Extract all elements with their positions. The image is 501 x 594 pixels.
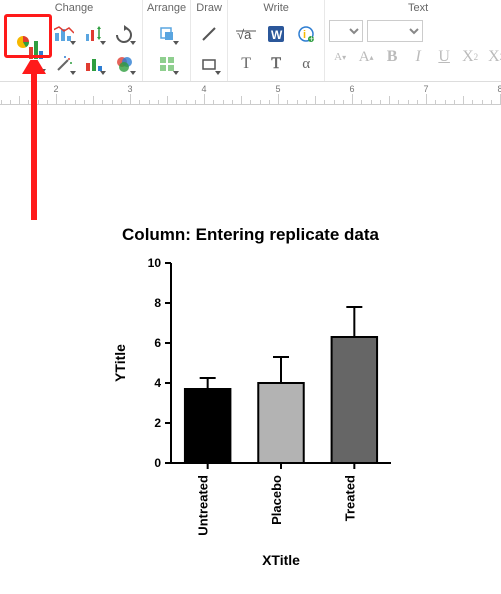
svg-text:W: W	[271, 28, 283, 42]
color-scheme-button[interactable]	[110, 50, 138, 78]
ribbon-toolbar: Change	[0, 0, 501, 82]
line-tool-button[interactable]	[195, 20, 223, 48]
shape-tool-button[interactable]	[195, 50, 223, 78]
y-axis-title: YTitle	[112, 344, 128, 382]
font-larger-button[interactable]: A▴	[355, 46, 377, 68]
bar	[331, 337, 376, 463]
group-draw: Draw	[191, 0, 228, 81]
insert-object-button[interactable]: i+	[292, 20, 320, 48]
bold-button[interactable]: B	[381, 46, 403, 68]
group-arrange-title: Arrange	[147, 0, 186, 20]
italic-button[interactable]: I	[407, 46, 429, 68]
subscript-button[interactable]: X2	[485, 46, 501, 68]
word-button[interactable]: W	[262, 20, 290, 48]
font-family-select[interactable]	[329, 20, 363, 42]
text-T-outline-button[interactable]: T	[262, 50, 290, 78]
chart-type-button[interactable]	[10, 20, 48, 76]
group-text: Text A▾ A▴ B I U X2 X2	[325, 0, 501, 81]
color-bars-button[interactable]	[80, 50, 108, 78]
chart-area: Column: Entering replicate data 0 2 4 6 8 10 U…	[0, 225, 501, 578]
bar	[184, 389, 229, 463]
svg-text:10: 10	[147, 256, 161, 270]
svg-text:i: i	[303, 29, 306, 41]
group-write-title: Write	[263, 0, 288, 20]
bar	[258, 383, 303, 463]
bar-style-button[interactable]	[50, 20, 78, 48]
sqrt-button[interactable]: √a	[232, 20, 260, 48]
superscript-button[interactable]: X2	[459, 46, 481, 68]
group-write: Write √a W i+ T T α	[228, 0, 325, 81]
text-T-button[interactable]: T	[232, 50, 260, 78]
svg-text:4: 4	[154, 376, 161, 390]
underline-button[interactable]: U	[433, 46, 455, 68]
svg-text:√a: √a	[237, 27, 252, 42]
svg-text:0: 0	[154, 456, 161, 470]
svg-text:6: 6	[154, 336, 161, 350]
svg-text:2: 2	[154, 416, 161, 430]
group-arrange: Arrange	[143, 0, 191, 81]
font-size-select[interactable]	[367, 20, 423, 42]
font-smaller-button[interactable]: A▾	[329, 46, 351, 68]
svg-text:+: +	[309, 34, 314, 43]
svg-text:8: 8	[154, 296, 161, 310]
group-change: Change	[6, 0, 143, 81]
rotate-button[interactable]	[110, 20, 138, 48]
x-axis-title: XTitle	[262, 552, 300, 568]
ruler: 123456789	[0, 82, 501, 105]
svg-text:Treated: Treated	[342, 475, 357, 521]
group-change-title: Change	[55, 0, 94, 20]
align-button[interactable]	[153, 50, 181, 78]
group-text-title: Text	[408, 0, 428, 20]
alpha-button[interactable]: α	[292, 50, 320, 78]
svg-text:Placebo: Placebo	[269, 475, 284, 525]
chart-title: Column: Entering replicate data	[0, 225, 501, 245]
bring-front-button[interactable]	[153, 20, 181, 48]
magic-style-button[interactable]	[50, 50, 78, 78]
svg-text:Untreated: Untreated	[195, 475, 210, 536]
swap-axes-button[interactable]	[80, 20, 108, 48]
bar-chart: 0 2 4 6 8 10 Untreated Placebo Treated XTitle YTit…	[101, 253, 401, 573]
group-draw-title: Draw	[196, 0, 222, 20]
